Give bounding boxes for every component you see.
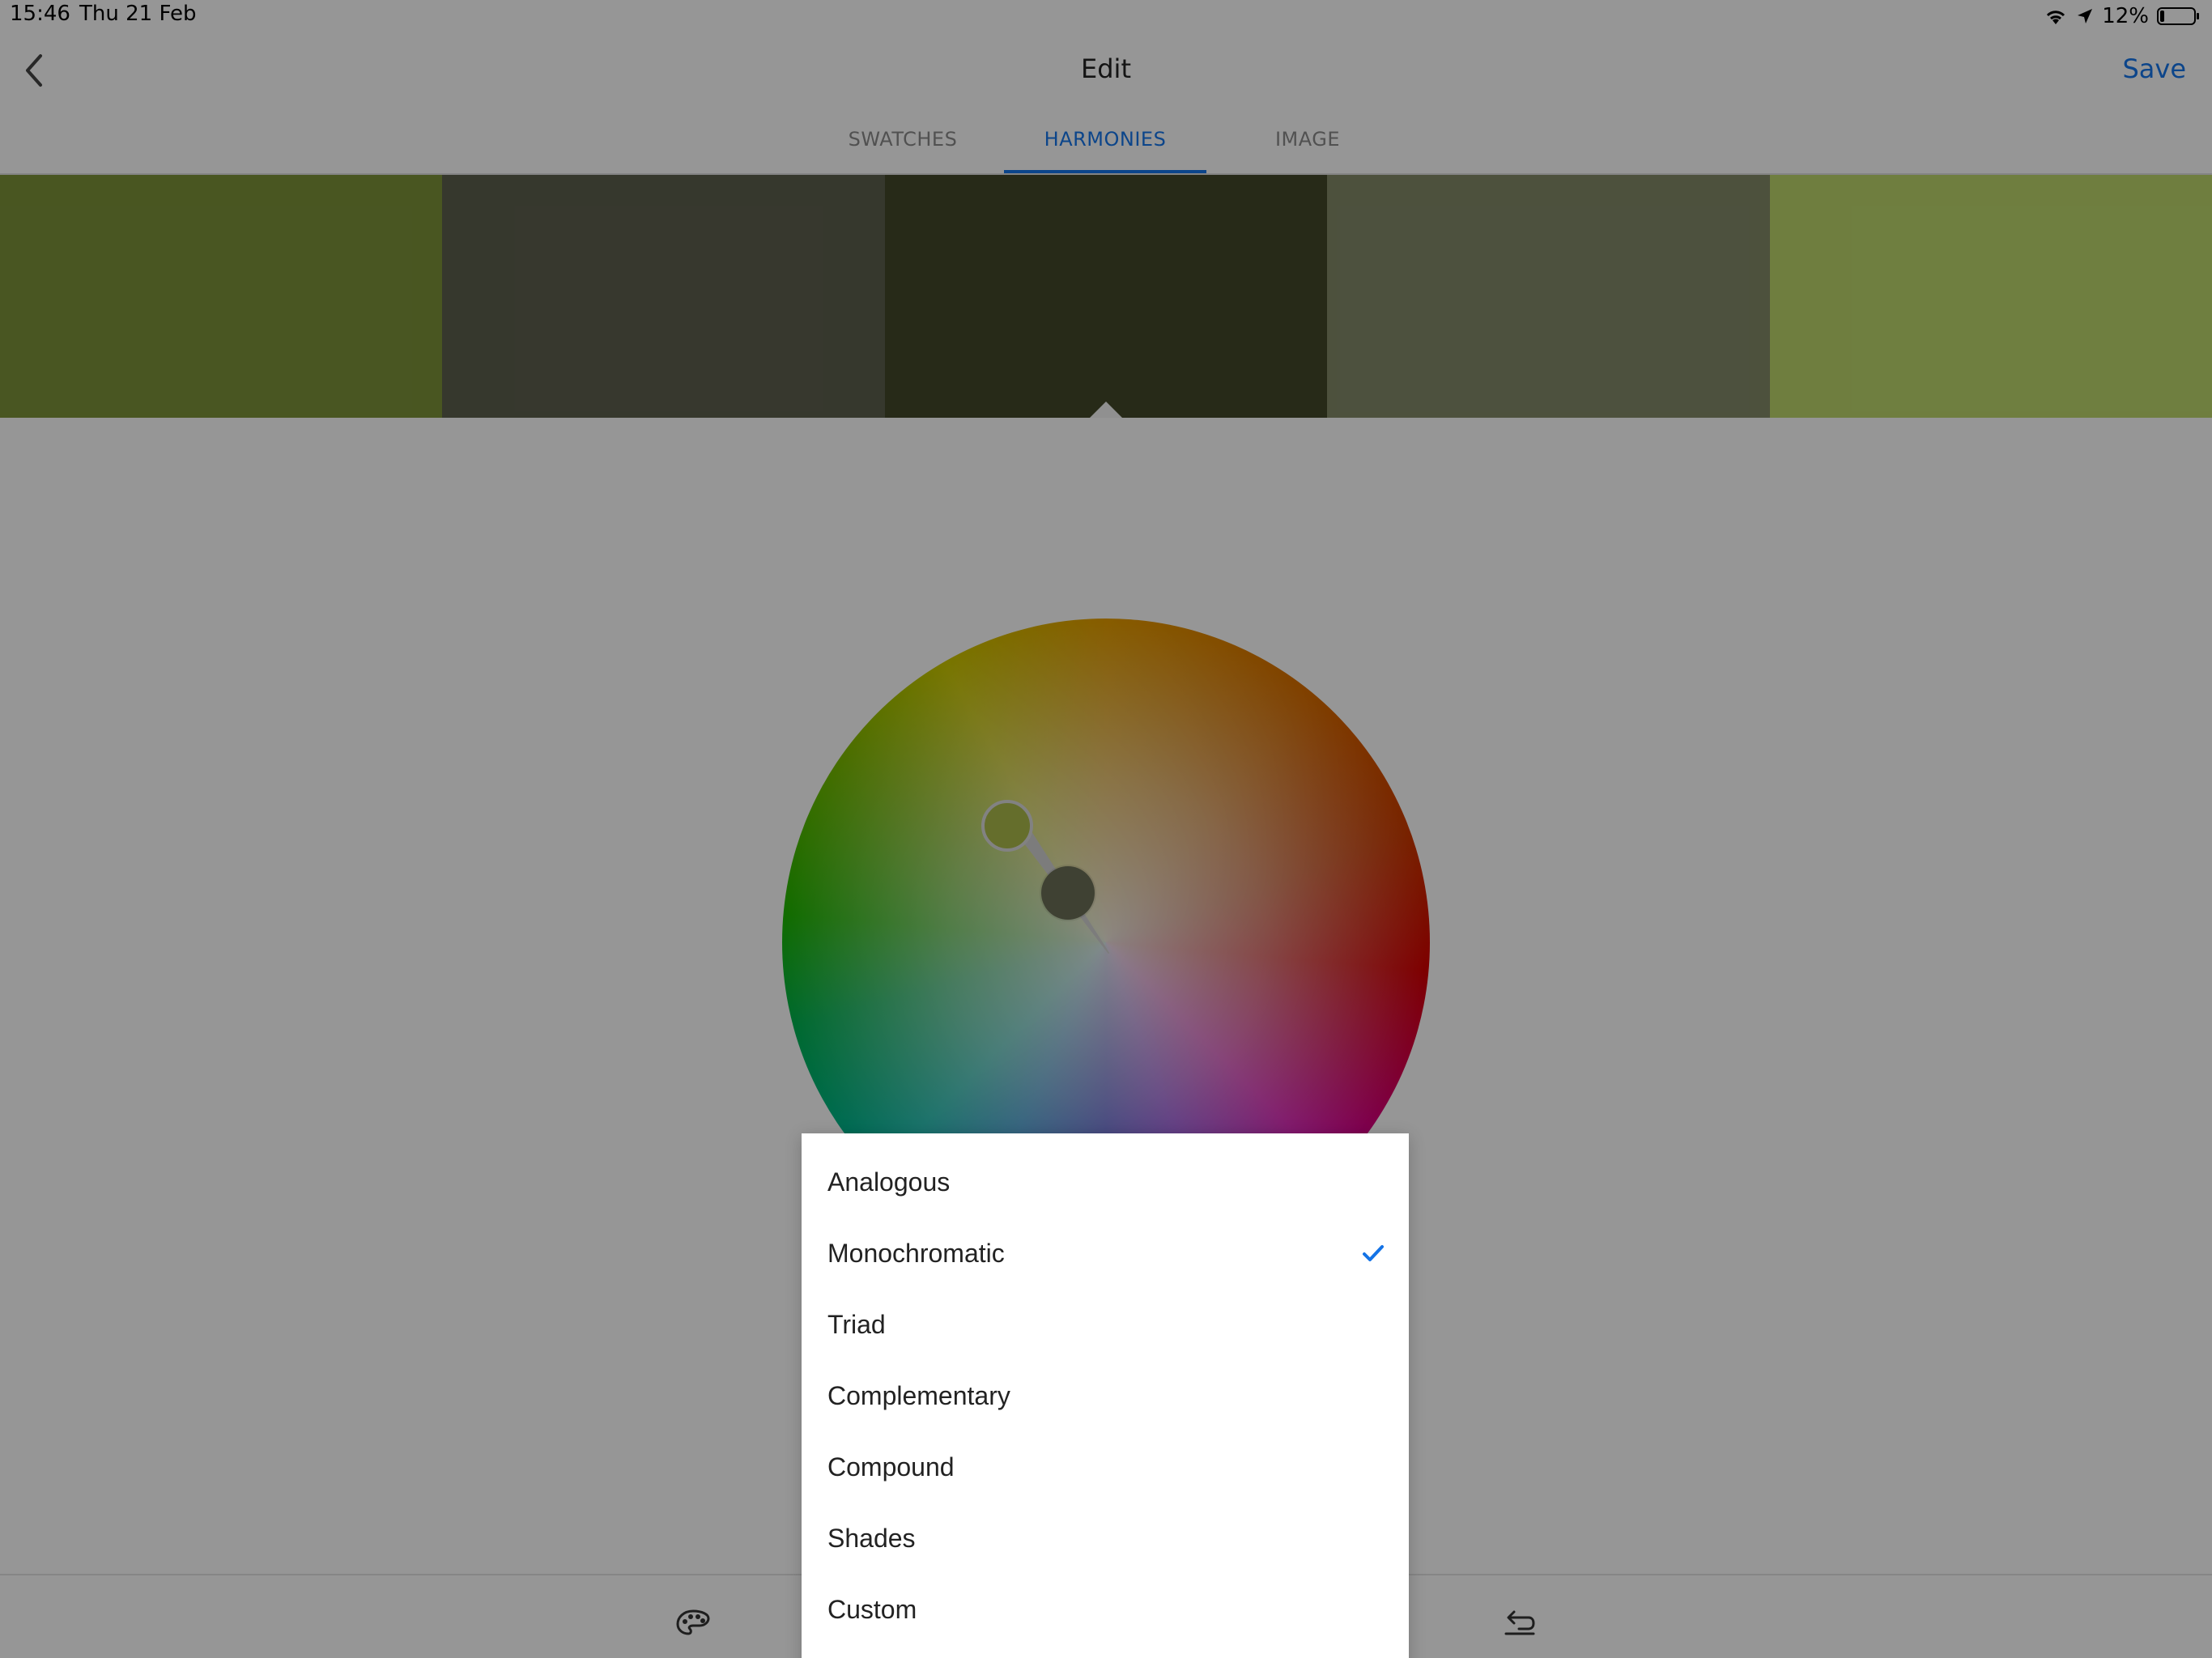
option-custom[interactable]: Custom: [802, 1574, 1409, 1645]
option-monochromatic[interactable]: Monochromatic: [802, 1218, 1409, 1289]
harmony-dropdown: Analogous Monochromatic Triad Complementary…: [802, 1133, 1409, 1658]
option-analogous[interactable]: Analogous: [802, 1146, 1409, 1218]
option-label: Complementary: [827, 1380, 1010, 1410]
edit-screen: 15:46 Thu 21 Feb 12% Edit Save SWATCHES …: [0, 0, 2212, 1658]
option-label: Triad: [827, 1309, 886, 1339]
option-shades[interactable]: Shades: [802, 1503, 1409, 1574]
option-label: Monochromatic: [827, 1238, 1005, 1268]
option-label: Analogous: [827, 1167, 951, 1197]
option-label: Custom: [827, 1594, 917, 1624]
checkmark-icon: [1363, 1245, 1384, 1261]
option-label: Compound: [827, 1452, 955, 1482]
option-label: Shades: [827, 1523, 916, 1553]
option-triad[interactable]: Triad: [802, 1289, 1409, 1360]
option-complementary[interactable]: Complementary: [802, 1360, 1409, 1431]
option-compound[interactable]: Compound: [802, 1431, 1409, 1503]
